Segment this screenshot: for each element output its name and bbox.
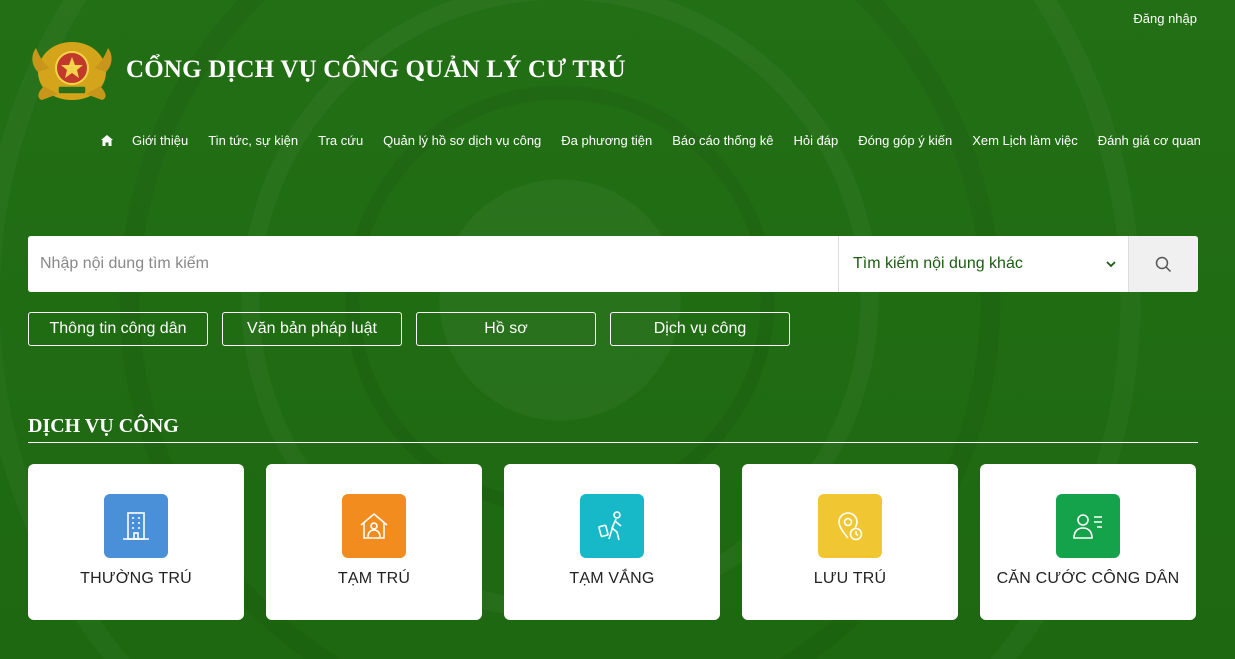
service-card-label: THƯỜNG TRÚ xyxy=(80,570,192,587)
service-card-temporary-absence[interactable]: TẠM VẮNG xyxy=(504,464,720,620)
section-divider xyxy=(28,442,1198,443)
search-input[interactable] xyxy=(28,236,838,292)
section-title: DỊCH VỤ CÔNG xyxy=(28,415,179,437)
search-bar: Tìm kiếm nội dung khác xyxy=(28,236,1198,292)
site-title: CỔNG DỊCH VỤ CÔNG QUẢN LÝ CƯ TRÚ xyxy=(126,56,626,83)
nav-item-introduction[interactable]: Giới thiệu xyxy=(122,133,198,148)
nav-item-feedback[interactable]: Đóng góp ý kiến xyxy=(848,133,962,148)
service-card-citizen-id[interactable]: CĂN CƯỚC CÔNG DÂN xyxy=(980,464,1196,620)
quick-link-legal-documents[interactable]: Văn bản pháp luật xyxy=(222,312,402,346)
nav-item-schedule[interactable]: Xem Lịch làm việc xyxy=(962,133,1087,148)
house-person-icon xyxy=(342,494,406,558)
id-card-icon xyxy=(1056,494,1120,558)
nav-item-multimedia[interactable]: Đa phương tiện xyxy=(551,133,662,148)
quick-link-citizen-info[interactable]: Thông tin công dân xyxy=(28,312,208,346)
building-icon xyxy=(104,494,168,558)
nav-item-news[interactable]: Tin tức, sự kiện xyxy=(198,133,308,148)
police-emblem-logo xyxy=(32,42,112,100)
search-button[interactable] xyxy=(1128,236,1198,292)
service-card-label: CĂN CƯỚC CÔNG DÂN xyxy=(996,570,1180,587)
brand[interactable]: CỔNG DỊCH VỤ CÔNG QUẢN LÝ CƯ TRÚ xyxy=(28,36,626,104)
service-card-label: LƯU TRÚ xyxy=(813,570,887,587)
quick-link-dossier[interactable]: Hồ sơ xyxy=(416,312,596,346)
service-cards: THƯỜNG TRÚ TẠM TRÚ TẠM VẮNG LƯU TRÚ CĂN … xyxy=(28,464,1196,620)
search-category-value: Tìm kiếm nội dung khác xyxy=(853,255,1023,272)
traveler-icon xyxy=(580,494,644,558)
login-link[interactable]: Đăng nhập xyxy=(1133,11,1197,26)
nav-item-statistics[interactable]: Báo cáo thống kê xyxy=(662,133,783,148)
service-card-label: TẠM VẮNG xyxy=(569,570,655,587)
location-clock-icon xyxy=(818,494,882,558)
nav-item-manage-dossiers[interactable]: Quản lý hồ sơ dịch vụ công xyxy=(373,133,551,148)
quick-link-public-services[interactable]: Dịch vụ công xyxy=(610,312,790,346)
service-card-temporary-residence[interactable]: TẠM TRÚ xyxy=(266,464,482,620)
search-icon xyxy=(1155,256,1172,272)
main-nav: Giới thiệu Tin tức, sự kiện Tra cứu Quản… xyxy=(96,131,1211,149)
nav-item-faq[interactable]: Hỏi đáp xyxy=(783,133,848,148)
home-icon[interactable] xyxy=(96,131,118,149)
nav-item-rating[interactable]: Đánh giá cơ quan xyxy=(1088,133,1211,148)
service-card-permanent-residence[interactable]: THƯỜNG TRÚ xyxy=(28,464,244,620)
quick-links: Thông tin công dân Văn bản pháp luật Hồ … xyxy=(28,312,790,346)
chevron-down-icon xyxy=(1106,260,1116,267)
service-card-accommodation[interactable]: LƯU TRÚ xyxy=(742,464,958,620)
nav-item-lookup[interactable]: Tra cứu xyxy=(308,133,373,148)
service-card-label: TẠM TRÚ xyxy=(337,570,411,587)
search-category-select[interactable]: Tìm kiếm nội dung khác xyxy=(838,236,1128,292)
